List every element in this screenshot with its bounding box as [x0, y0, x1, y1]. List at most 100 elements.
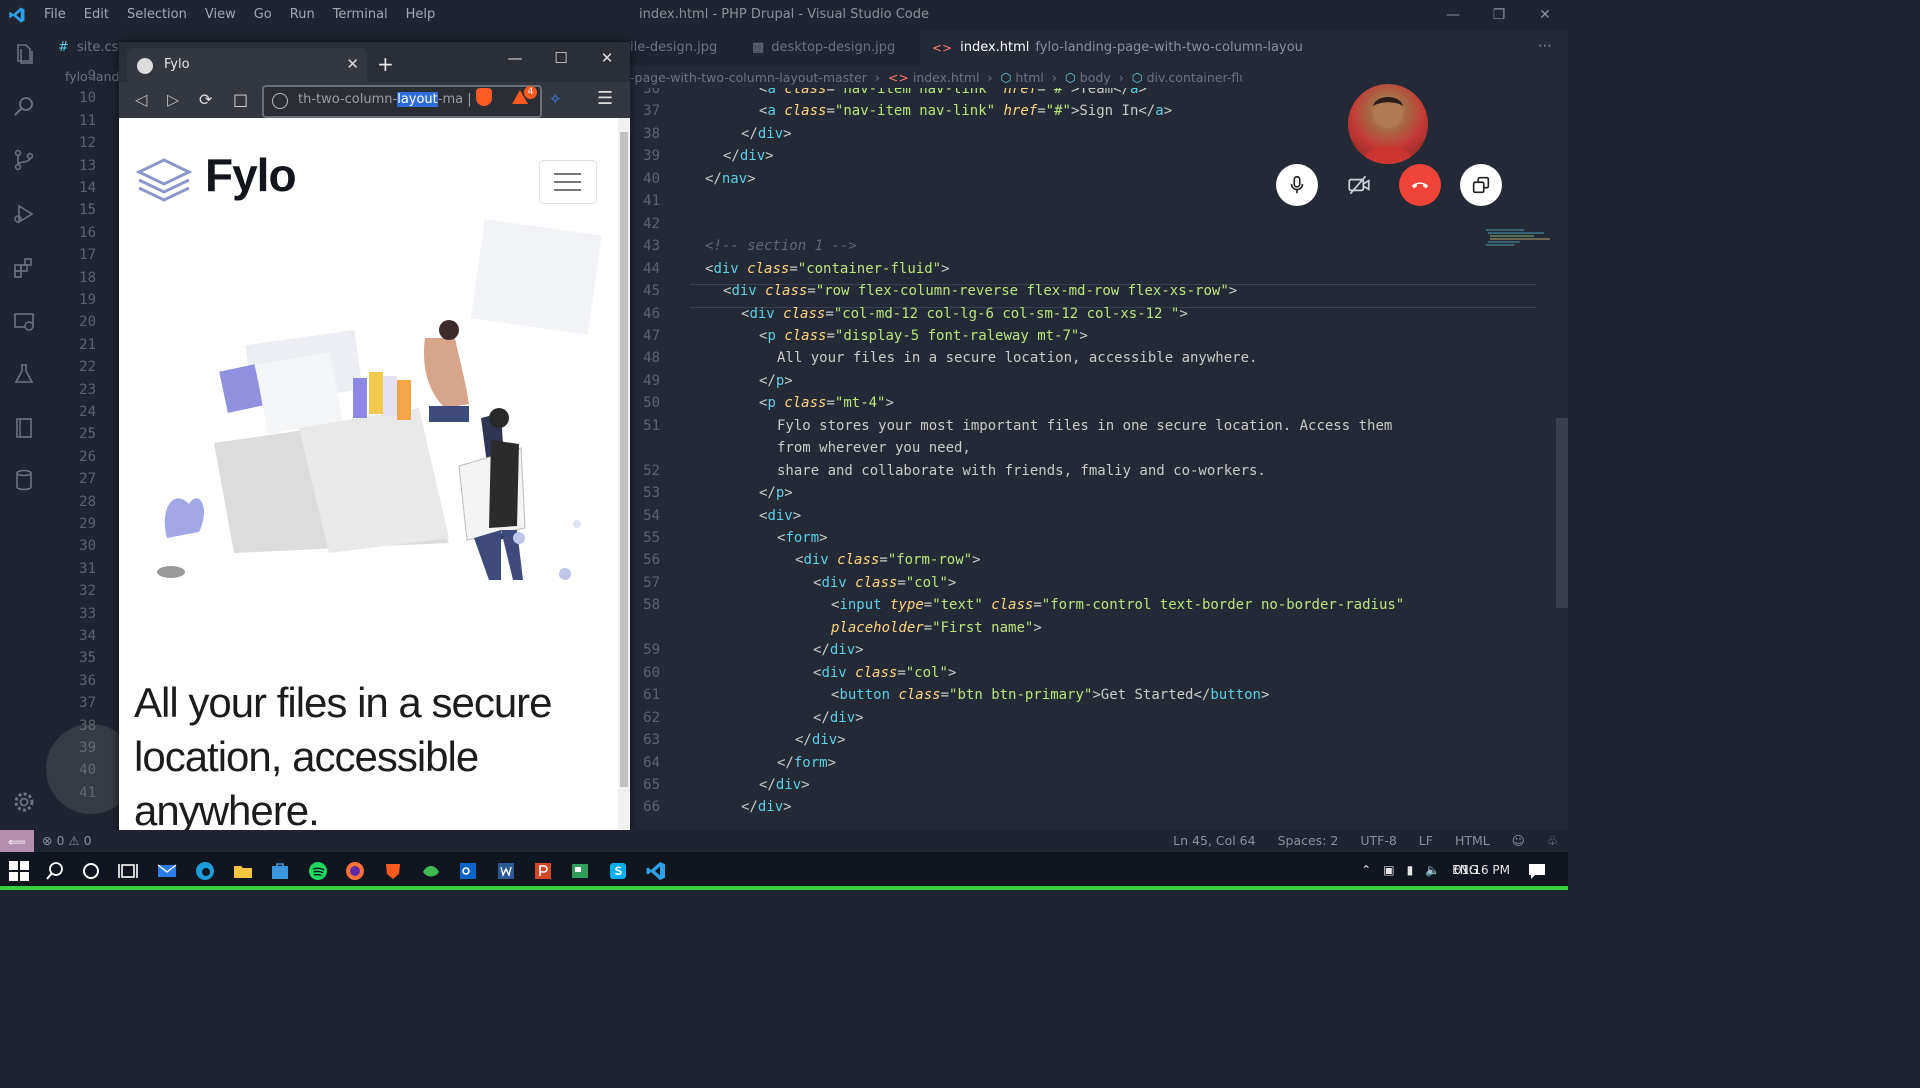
code-line[interactable]: </div> — [741, 799, 792, 815]
code-line[interactable]: <div> — [759, 508, 801, 524]
site-info-icon[interactable] — [272, 93, 288, 109]
restore-button[interactable]: ❐ — [1476, 0, 1522, 30]
breadcrumb-html[interactable]: ⬡ html — [1001, 70, 1044, 85]
file-explorer-icon[interactable] — [232, 860, 254, 882]
feedback-icon[interactable]: ☺ — [1512, 833, 1525, 848]
code-line[interactable]: <div class="container-fluid"> — [705, 261, 950, 277]
chevron-up-icon[interactable]: ⌃ — [1361, 863, 1371, 877]
code-line[interactable]: <p class="display-5 font-raleway mt-7"> — [759, 328, 1088, 344]
extensions-icon[interactable] — [12, 256, 36, 280]
browser-maximize-button[interactable]: ☐ — [538, 42, 584, 74]
skype-icon[interactable] — [607, 860, 629, 882]
outlook-icon[interactable] — [457, 860, 479, 882]
browser-scrollbar[interactable] — [618, 118, 630, 850]
remote-indicator[interactable]: ⟸ — [0, 830, 34, 852]
volume-icon[interactable]: 🔈 — [1425, 863, 1440, 877]
close-button[interactable]: ✕ — [1522, 0, 1568, 30]
code-line[interactable]: <button class="btn btn-primary">Get Star… — [831, 687, 1269, 703]
code-line[interactable]: Fylo stores your most important files in… — [777, 418, 1392, 434]
spotify-icon[interactable] — [307, 860, 329, 882]
network-icon[interactable]: ▣ — [1383, 863, 1394, 877]
switch-view-button[interactable] — [1460, 164, 1502, 206]
code-line[interactable]: </p> — [759, 485, 793, 501]
code-line[interactable]: <div class="col"> — [813, 575, 956, 591]
close-tab-icon[interactable]: ✕ — [346, 55, 359, 73]
edge-browser-icon[interactable] — [194, 860, 216, 882]
word-icon[interactable] — [495, 860, 517, 882]
breadcrumb-body[interactable]: ⬡ body — [1065, 70, 1111, 85]
book-icon[interactable] — [12, 416, 36, 440]
code-line[interactable]: <input type="text" class="form-control t… — [831, 597, 1404, 613]
code-line[interactable]: </div> — [723, 148, 774, 164]
code-line[interactable]: </nav> — [705, 171, 756, 187]
browser-scrollbar-thumb[interactable] — [620, 132, 628, 787]
notifications-bell-icon[interactable]: ♧ — [1547, 833, 1558, 848]
code-line[interactable]: </p> — [759, 373, 793, 389]
code-line[interactable]: from wherever you need, — [777, 440, 971, 456]
brave-shields-icon[interactable] — [476, 88, 492, 106]
run-debug-icon[interactable] — [12, 202, 36, 226]
taskbar-clock[interactable]: 01:16 PM — [1454, 863, 1510, 877]
code-line[interactable]: </div> — [795, 732, 846, 748]
code-line[interactable]: share and collaborate with friends, fmal… — [777, 463, 1266, 479]
remote-explorer-icon[interactable] — [12, 310, 36, 334]
code-line[interactable]: <div class="row flex-column-reverse flex… — [723, 283, 1237, 299]
code-line[interactable]: <a class="nav-item nav-link" href="#">Si… — [759, 103, 1172, 119]
windows-start-icon[interactable] — [8, 860, 30, 882]
vscode-taskbar-icon[interactable] — [645, 860, 667, 882]
tab-index-html[interactable]: <> index.html fylo-landing-page-with-two-c… — [920, 30, 1568, 65]
cortana-icon[interactable] — [80, 860, 102, 882]
settings-gear-icon[interactable] — [12, 790, 36, 814]
app-icon-green-window[interactable] — [569, 860, 591, 882]
encoding[interactable]: UTF-8 — [1360, 833, 1396, 848]
breadcrumb-file[interactable]: <> index.html — [888, 70, 980, 85]
breadcrumb-div[interactable]: ⬡ div.container-fluid — [1132, 70, 1259, 85]
brave-taskbar-icon[interactable] — [382, 860, 404, 882]
code-line[interactable]: <a class="nav-item nav-link" href="#">Te… — [759, 88, 1147, 97]
microphone-button[interactable] — [1276, 164, 1318, 206]
fylo-brand[interactable]: Fylo — [205, 148, 297, 202]
forward-icon[interactable]: ▷ — [167, 90, 179, 109]
code-line[interactable]: </div> — [813, 710, 864, 726]
minimap[interactable] — [1484, 228, 1556, 250]
address-bar[interactable]: th-two-column-layout-ma | — [262, 85, 542, 118]
testing-flask-icon[interactable] — [12, 362, 36, 386]
code-line[interactable]: <!-- section 1 --> — [705, 238, 857, 254]
code-line[interactable]: <div class="col-md-12 col-lg-6 col-sm-12… — [741, 306, 1188, 322]
task-view-icon[interactable] — [117, 860, 139, 882]
browser-minimize-button[interactable]: — — [492, 42, 538, 74]
tab-mobile-design[interactable]: ile-design.jpg — [630, 30, 740, 65]
code-line[interactable]: </div> — [741, 126, 792, 142]
code-line[interactable]: All your files in a secure location, acc… — [777, 350, 1257, 366]
breadcrumb-folder[interactable]: -page-with-two-column-layout-master — [630, 70, 867, 85]
extension-icon[interactable]: ✧ — [549, 90, 562, 108]
browser-tab-fylo[interactable]: Fylo ✕ — [127, 48, 367, 82]
hang-up-button[interactable] — [1399, 164, 1441, 206]
back-icon[interactable]: ◁ — [135, 90, 147, 109]
action-center-icon[interactable] — [1526, 860, 1548, 882]
new-tab-icon[interactable]: + — [377, 52, 394, 76]
browser-close-button[interactable]: ✕ — [584, 42, 630, 74]
code-line[interactable]: </div> — [759, 777, 810, 793]
camera-off-button[interactable] — [1338, 164, 1380, 206]
mail-app-icon[interactable] — [156, 860, 178, 882]
minimize-button[interactable]: — — [1430, 0, 1476, 30]
code-line[interactable]: <div class="form-row"> — [795, 552, 981, 568]
store-icon[interactable] — [269, 860, 291, 882]
code-line[interactable]: <form> — [777, 530, 828, 546]
code-line[interactable]: <p class="mt-4"> — [759, 395, 894, 411]
code-line[interactable]: </div> — [813, 642, 864, 658]
explorer-icon[interactable] — [12, 42, 36, 66]
navbar-toggler-button[interactable] — [539, 160, 597, 204]
code-line[interactable]: placeholder="First name"> — [831, 620, 1042, 636]
browser-menu-icon[interactable]: ☰ — [597, 88, 613, 109]
green-app-icon[interactable] — [420, 860, 442, 882]
problems-indicator[interactable]: ⊗ 0 ⚠ 0 — [42, 833, 92, 848]
bookmark-icon[interactable]: □ — [233, 90, 248, 109]
more-actions-icon[interactable]: ⋯ — [1538, 38, 1552, 54]
end-of-line[interactable]: LF — [1419, 833, 1433, 848]
indentation[interactable]: Spaces: 2 — [1278, 833, 1339, 848]
powerpoint-icon[interactable] — [532, 860, 554, 882]
code-line[interactable]: <div class="col"> — [813, 665, 956, 681]
cursor-position[interactable]: Ln 45, Col 64 — [1173, 833, 1255, 848]
